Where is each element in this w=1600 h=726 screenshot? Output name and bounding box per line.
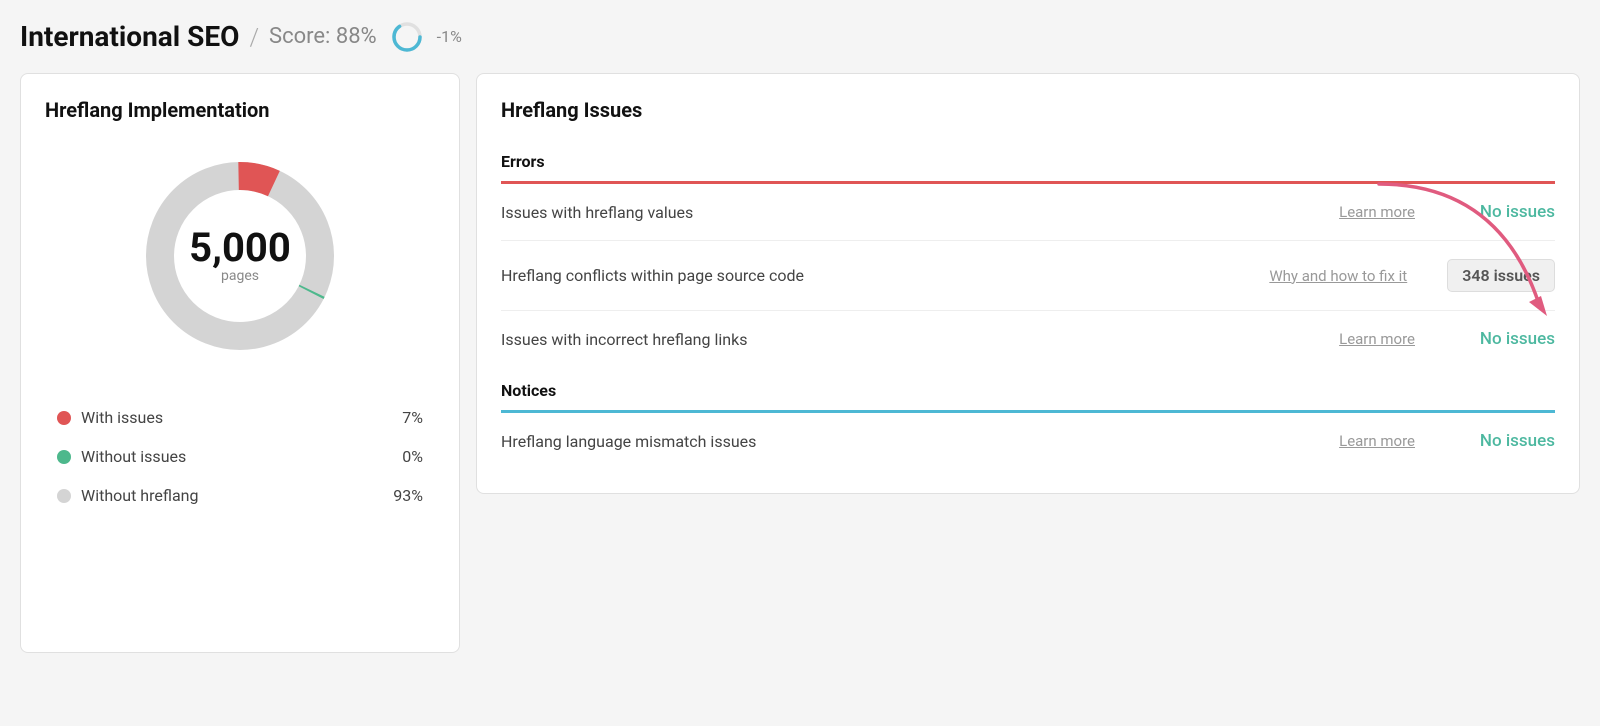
page-header: International SEO / Score: 88% -1%	[20, 20, 1580, 53]
score-label: Score: 88%	[269, 24, 377, 49]
learn-more-incorrect-hreflang[interactable]: Learn more	[1339, 330, 1415, 348]
issue-name-hreflang-conflicts: Hreflang conflicts within page source co…	[501, 266, 1269, 285]
donut-number: 5,000	[189, 228, 291, 268]
notices-section-header: Notices	[501, 371, 1555, 410]
issue-row-hreflang-values: Issues with hreflang values Learn more N…	[501, 184, 1555, 241]
legend-label-without-hreflang: Without hreflang	[81, 486, 198, 505]
issue-row-language-mismatch: Hreflang language mismatch issues Learn …	[501, 413, 1555, 469]
main-content: Hreflang Implementation 5,000 pages With…	[20, 73, 1580, 653]
status-hreflang-conflicts[interactable]: 348 issues	[1447, 259, 1555, 292]
learn-more-language-mismatch[interactable]: Learn more	[1339, 432, 1415, 450]
hreflang-implementation-card: Hreflang Implementation 5,000 pages With…	[20, 73, 460, 653]
legend-percent-with-issues: 7%	[402, 408, 423, 427]
issue-row-incorrect-hreflang: Issues with incorrect hreflang links Lea…	[501, 311, 1555, 367]
why-fix-hreflang-conflicts[interactable]: Why and how to fix it	[1269, 267, 1407, 285]
learn-more-hreflang-values[interactable]: Learn more	[1339, 203, 1415, 221]
legend-percent-without-issues: 0%	[402, 447, 423, 466]
legend-percent-without-hreflang: 93%	[393, 486, 423, 505]
errors-section-header: Errors	[501, 142, 1555, 181]
status-language-mismatch: No issues	[1455, 431, 1555, 451]
left-card-title: Hreflang Implementation	[45, 98, 435, 122]
issue-name-incorrect-hreflang: Issues with incorrect hreflang links	[501, 330, 1339, 349]
right-card-title: Hreflang Issues	[501, 98, 1555, 122]
issue-row-hreflang-conflicts: Hreflang conflicts within page source co…	[501, 241, 1555, 311]
legend-item-without-hreflang: Without hreflang 93%	[57, 476, 423, 515]
score-circle-icon	[391, 21, 423, 53]
separator: /	[249, 23, 259, 51]
donut-center: 5,000 pages	[189, 228, 291, 284]
legend-dot-without-issues	[57, 450, 71, 464]
page-title: International SEO	[20, 20, 239, 53]
legend-item-with-issues: With issues 7%	[57, 398, 423, 437]
status-incorrect-hreflang: No issues	[1455, 329, 1555, 349]
legend-label-with-issues: With issues	[81, 408, 163, 427]
legend-item-without-issues: Without issues 0%	[57, 437, 423, 476]
errors-section: Errors Issues with hreflang values Learn…	[501, 142, 1555, 367]
legend-label-without-issues: Without issues	[81, 447, 186, 466]
legend-dot-with-issues	[57, 411, 71, 425]
score-delta: -1%	[437, 27, 462, 46]
legend-dot-without-hreflang	[57, 489, 71, 503]
hreflang-issues-card: Hreflang Issues Errors Issues with hrefl…	[476, 73, 1580, 494]
issue-name-hreflang-values: Issues with hreflang values	[501, 203, 1339, 222]
issue-name-language-mismatch: Hreflang language mismatch issues	[501, 432, 1339, 451]
donut-chart-container: 5,000 pages	[45, 146, 435, 366]
legend: With issues 7% Without issues 0% Without…	[45, 398, 435, 515]
notices-section: Notices Hreflang language mismatch issue…	[501, 371, 1555, 469]
status-hreflang-values: No issues	[1455, 202, 1555, 222]
